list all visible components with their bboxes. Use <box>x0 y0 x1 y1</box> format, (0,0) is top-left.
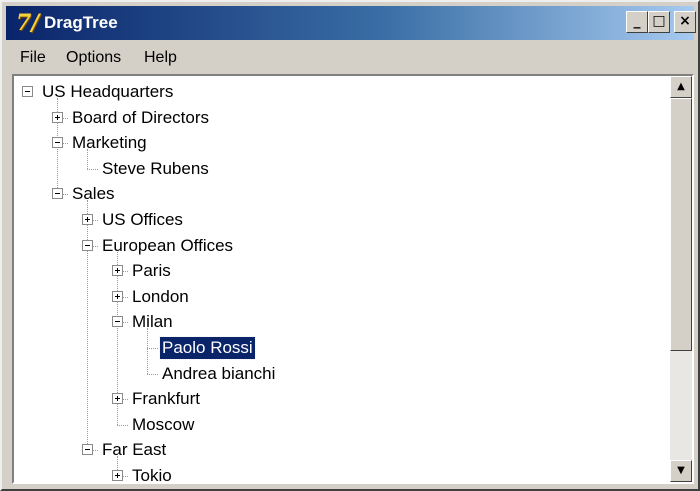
tree-node[interactable]: US Headquarters <box>14 80 664 104</box>
tree-node-label[interactable]: European Offices <box>100 235 235 257</box>
minimize-button[interactable]: _ <box>626 11 648 33</box>
menu-help[interactable]: Help <box>144 48 177 68</box>
tree-node-label[interactable]: Board of Directors <box>70 107 211 129</box>
tree-node-label[interactable]: Paris <box>130 260 173 282</box>
tree-node[interactable]: London <box>14 285 664 309</box>
vertical-scrollbar[interactable]: ▲ ▼ <box>670 76 692 482</box>
tree-node[interactable]: Marketing <box>14 131 664 155</box>
tree-node-label[interactable]: Moscow <box>130 414 196 436</box>
menu-file[interactable]: File <box>20 48 46 68</box>
tree-node[interactable]: Moscow <box>14 413 664 437</box>
tree-node[interactable]: European Offices <box>14 234 664 258</box>
expand-plus-icon[interactable] <box>82 214 93 225</box>
window-title: DragTree <box>44 13 118 32</box>
tree-view[interactable]: US Headquarters Board of Directors Marketi… <box>12 74 694 484</box>
tree-node-label[interactable]: Paolo Rossi <box>159 336 256 360</box>
tree-node-label[interactable]: Far East <box>100 439 168 461</box>
menu-options[interactable]: Options <box>66 48 121 68</box>
scroll-up-button[interactable]: ▲ <box>670 76 692 98</box>
scroll-thumb[interactable] <box>670 98 692 351</box>
tree-node[interactable]: Paris <box>14 259 664 283</box>
tree-node-label[interactable]: US Offices <box>100 209 185 231</box>
expand-plus-icon[interactable] <box>112 470 123 481</box>
expand-plus-icon[interactable] <box>112 265 123 277</box>
scroll-down-button[interactable]: ▼ <box>670 460 692 482</box>
collapse-minus-icon[interactable] <box>52 188 63 200</box>
collapse-minus-icon[interactable] <box>82 444 93 456</box>
tree-content: US Headquarters Board of Directors Marketi… <box>14 76 670 482</box>
tree-node-label[interactable]: Marketing <box>70 132 149 154</box>
tree-node-label[interactable]: Frankfurt <box>130 388 202 410</box>
tree-node-label[interactable]: US Headquarters <box>40 81 175 103</box>
expand-plus-icon[interactable] <box>112 290 123 302</box>
tree-node-label[interactable]: Steve Rubens <box>100 158 211 180</box>
collapse-minus-icon[interactable] <box>82 239 93 251</box>
menu-bar: File Options Help <box>6 44 694 70</box>
collapse-minus-icon[interactable] <box>22 86 33 97</box>
tree-node-label[interactable]: Tokio <box>130 465 174 482</box>
expand-plus-icon[interactable] <box>52 111 63 123</box>
maximize-button[interactable]: □ <box>648 11 670 33</box>
tree-node[interactable]: Steve Rubens <box>14 157 664 181</box>
tree-node[interactable]: Tokio <box>14 464 664 482</box>
tree-node-label[interactable]: London <box>130 286 191 308</box>
tree-node-label[interactable]: Sales <box>70 183 117 205</box>
tree-node[interactable]: Paolo Rossi <box>14 336 664 360</box>
tree-node[interactable]: Frankfurt <box>14 387 664 411</box>
tree-node[interactable]: Andrea bianchi <box>14 362 664 386</box>
close-button[interactable]: × <box>674 11 696 33</box>
tree-node-label[interactable]: Milan <box>130 311 175 333</box>
collapse-minus-icon[interactable] <box>112 316 123 328</box>
dragtree-app-icon[interactable]: 7/ <box>16 11 40 35</box>
tree-node[interactable]: US Offices <box>14 208 664 232</box>
application-window: 7/ DragTree _ □ × File Options Help US H… <box>0 0 700 491</box>
tree-node[interactable]: Board of Directors <box>14 106 664 130</box>
tree-node[interactable]: Far East <box>14 438 664 462</box>
collapse-minus-icon[interactable] <box>52 137 63 149</box>
title-bar[interactable]: 7/ DragTree _ □ × <box>6 6 696 40</box>
expand-plus-icon[interactable] <box>112 393 123 405</box>
tree-node-label[interactable]: Andrea bianchi <box>160 363 277 385</box>
tree-node[interactable]: Sales <box>14 182 664 206</box>
tree-node[interactable]: Milan <box>14 310 664 334</box>
